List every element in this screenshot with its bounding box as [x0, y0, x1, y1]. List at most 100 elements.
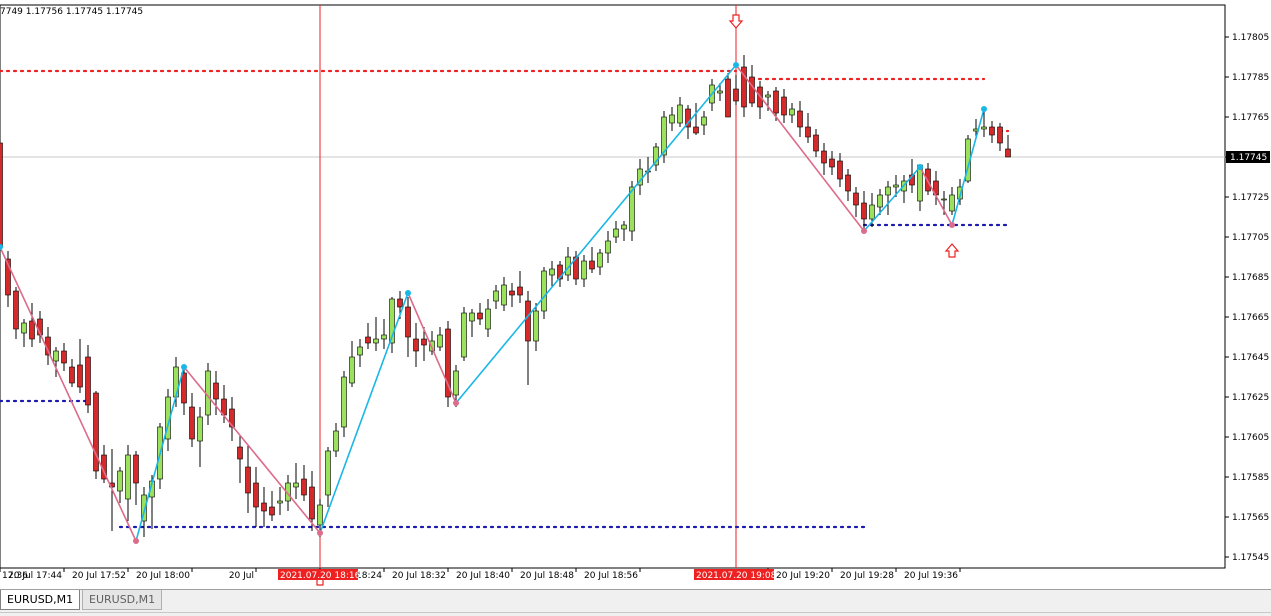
candle: [461, 307, 467, 361]
candle: [69, 359, 75, 387]
bull-candle-body: [341, 376, 347, 428]
zigzag-down-leg: [735, 64, 865, 232]
bull-candle-body: [357, 346, 363, 356]
y-tick-label: 1.17625: [1232, 393, 1269, 403]
zigzag-down-leg: [183, 366, 321, 534]
candle: [93, 391, 99, 479]
candle: [653, 143, 659, 171]
bull-candle-body: [941, 198, 947, 201]
y-tick-label: 1.17785: [1232, 73, 1269, 83]
bear-candle-body: [301, 478, 307, 496]
y-tick-label: 1.17545: [1232, 553, 1269, 563]
x-tick-label: 20 Jul 19:20: [776, 571, 830, 581]
swing-high-dot: [917, 164, 923, 170]
candle: [125, 445, 131, 521]
swing-high-dot: [733, 62, 739, 68]
bull-candle-body: [605, 240, 611, 254]
bull-candle-body: [869, 204, 875, 220]
bear-candle-body: [693, 126, 699, 134]
candle: [197, 407, 203, 467]
zigzag-up-leg: [319, 292, 409, 534]
candle: [733, 75, 739, 105]
candle: [269, 491, 275, 521]
bull-candle-body: [125, 454, 131, 500]
x-tick-label: 20 Jul 19:28: [840, 571, 894, 581]
bear-candle-body: [0, 142, 3, 248]
candle: [541, 267, 547, 319]
bear-candle-body: [861, 202, 867, 220]
bear-candle-body: [845, 174, 851, 192]
candle: [301, 465, 307, 501]
x-tick-label: 20 Jul 18:00: [136, 571, 190, 581]
bull-candle-body: [453, 370, 459, 396]
chart-window[interactable]: 1.17805 1.17785 1.17765 1.17745 1.17725 1.177…: [0, 0, 1271, 590]
bear-candle-body: [589, 260, 595, 270]
candle: [29, 303, 35, 347]
candle: [325, 447, 331, 507]
bear-candle-body: [245, 466, 251, 494]
bear-candle-body: [733, 88, 739, 102]
tab-eurusd-m1[interactable]: EURUSD,M1: [82, 590, 163, 610]
bull-candle-body: [621, 224, 627, 230]
swing-low-dot: [317, 530, 323, 536]
tab-divider: [0, 612, 1271, 613]
bull-candle-body: [277, 500, 283, 504]
candle: [901, 175, 907, 203]
bull-candle-body: [317, 504, 323, 526]
candle: [693, 103, 699, 135]
candle: [789, 103, 795, 123]
y-tick-label: 1.17665: [1232, 313, 1269, 323]
bull-candle-body: [381, 334, 387, 340]
candle: [797, 101, 803, 137]
candle: [245, 445, 251, 513]
x-tick-label: 20 Jul 18:32: [392, 571, 446, 581]
plot-area: [0, 4, 1226, 569]
bear-candle-body: [517, 286, 523, 296]
bull-candle-body: [765, 94, 771, 98]
candle: [413, 323, 419, 367]
candle: [133, 451, 139, 505]
candle: [277, 487, 283, 515]
candle: [469, 309, 475, 337]
price-chart[interactable]: 1.17805 1.17785 1.17765 1.17745 1.17725 1.177…: [0, 0, 1271, 590]
up-arrow-icon: [944, 243, 960, 258]
candle: [597, 249, 603, 275]
bull-candle-body: [613, 228, 619, 238]
bear-candle-body: [805, 126, 811, 138]
bear-candle-body: [213, 382, 219, 400]
bear-candle-body: [77, 364, 83, 388]
candle: [557, 261, 563, 287]
candle: [845, 169, 851, 201]
bull-candle-body: [461, 312, 467, 358]
bear-candle-body: [509, 290, 515, 296]
bull-candle-body: [197, 416, 203, 442]
candle: [261, 487, 267, 527]
down-arrow-icon: [728, 14, 744, 29]
candle: [13, 287, 19, 339]
candle: [293, 463, 299, 499]
candle: [349, 341, 355, 387]
candle: [997, 123, 1003, 151]
tab-eurusd-m1-active[interactable]: EURUSD,M1: [0, 590, 81, 610]
candle: [85, 345, 91, 413]
bear-candle-body: [989, 126, 995, 136]
candle: [229, 397, 235, 441]
bull-candle-body: [597, 252, 603, 268]
chart-tab-bar: EURUSD,M1 EURUSD,M1: [0, 589, 1271, 616]
current-price-value: 1.17745: [1230, 153, 1267, 163]
candle: [77, 339, 83, 393]
x-tick-label: 20 Jul: [229, 571, 254, 581]
bull-candle-body: [293, 482, 299, 488]
candle: [613, 221, 619, 243]
bull-candle-body: [21, 322, 27, 334]
candle: [493, 285, 499, 309]
x-tick-label: 20 Jul 18:40: [456, 571, 510, 581]
y-tick-label: 1.17705: [1232, 233, 1269, 243]
x-tick-label: 20 Jul 18:56: [584, 571, 638, 581]
candle: [781, 89, 787, 123]
y-tick-label: 1.17605: [1232, 433, 1269, 443]
candle: [581, 255, 587, 287]
y-tick-label: 1.17645: [1232, 353, 1269, 363]
bear-candle-body: [61, 350, 67, 364]
bear-candle-body: [525, 300, 531, 342]
